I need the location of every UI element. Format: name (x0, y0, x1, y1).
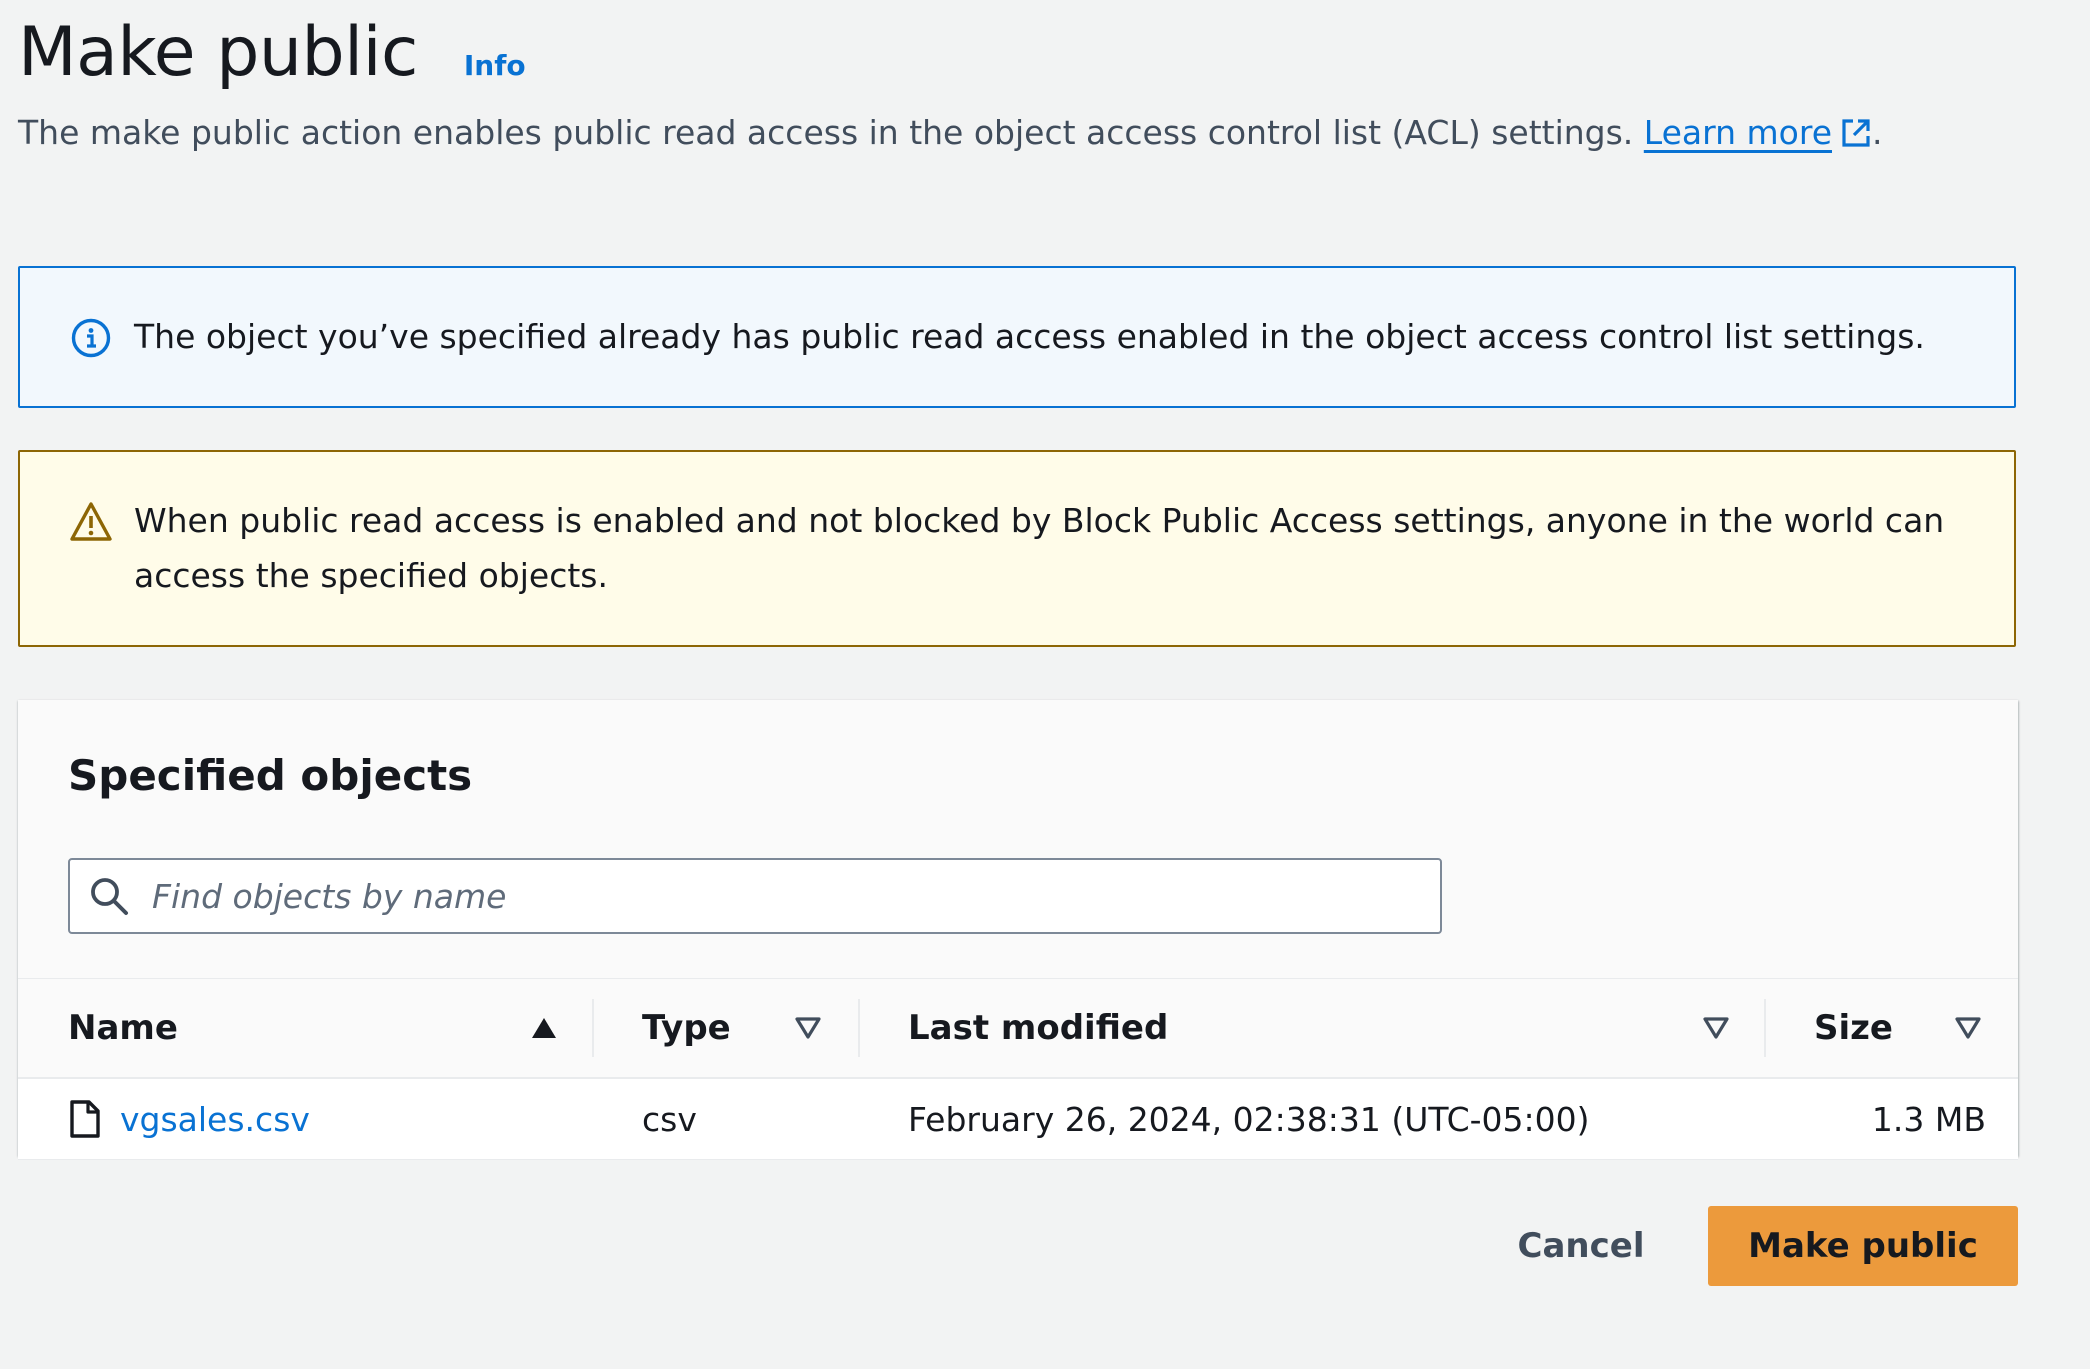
sort-unsorted-icon[interactable] (1702, 1015, 1730, 1041)
page-title: Make public (18, 13, 418, 92)
title-row: Make public Info (18, 8, 2018, 98)
page-header: Make public Info The make public action … (18, 8, 2018, 156)
search-icon (91, 878, 128, 915)
cell-type: csv (642, 1099, 697, 1139)
objects-table: Name Type Last modified Size vgsales.csv… (18, 978, 2018, 1160)
sort-ascending-icon[interactable] (530, 1015, 558, 1041)
learn-more-link[interactable]: Learn more (1644, 113, 1872, 152)
description-period: . (1872, 113, 1883, 152)
cell-last-modified: February 26, 2024, 02:38:31 (UTC-05:00) (908, 1099, 1590, 1139)
column-header-name[interactable]: Name (68, 979, 548, 1077)
cancel-button[interactable]: Cancel (1506, 1206, 1656, 1286)
column-divider (858, 999, 860, 1057)
external-link-icon (1842, 119, 1870, 147)
info-alert-text: The object you’ve specified already has … (134, 317, 1925, 356)
column-divider (1764, 999, 1766, 1057)
info-alert: The object you’ve specified already has … (18, 266, 2016, 408)
search-input[interactable] (150, 875, 1354, 917)
file-icon (70, 1100, 100, 1138)
column-label-type: Type (642, 1008, 731, 1048)
info-link[interactable]: Info (464, 49, 526, 82)
sort-unsorted-icon[interactable] (1954, 1015, 1982, 1041)
cell-name: vgsales.csv (68, 1079, 588, 1159)
column-header-last-modified[interactable]: Last modified (908, 979, 1608, 1077)
make-public-page: Make public Info The make public action … (0, 0, 2090, 1369)
learn-more-label: Learn more (1643, 113, 1832, 152)
sort-unsorted-icon[interactable] (794, 1015, 822, 1041)
page-description: The make public action enables public re… (18, 110, 2018, 156)
make-public-button[interactable]: Make public (1708, 1206, 2018, 1286)
column-header-size[interactable]: Size (1814, 979, 1954, 1077)
warning-alert: When public read access is enabled and n… (18, 450, 2016, 647)
specified-objects-panel: Specified objects Name Type (18, 700, 2018, 1160)
description-text: The make public action enables public re… (18, 113, 1634, 152)
search-field[interactable] (68, 858, 1442, 934)
panel-title: Specified objects (68, 751, 473, 800)
cell-size: 1.3 MB (1871, 1099, 1986, 1139)
table-header: Name Type Last modified Size (18, 978, 2018, 1079)
warning-alert-text: When public read access is enabled and n… (134, 501, 1945, 595)
column-label-name: Name (68, 1008, 178, 1048)
column-divider (592, 999, 594, 1057)
column-label-last-modified: Last modified (908, 1008, 1169, 1048)
warning-triangle-icon (70, 502, 112, 541)
table-row: vgsales.csv csv February 26, 2024, 02:38… (18, 1079, 2018, 1160)
object-name-link[interactable]: vgsales.csv (120, 1100, 310, 1139)
column-label-size: Size (1814, 1008, 1893, 1048)
info-circle-icon (71, 318, 111, 358)
